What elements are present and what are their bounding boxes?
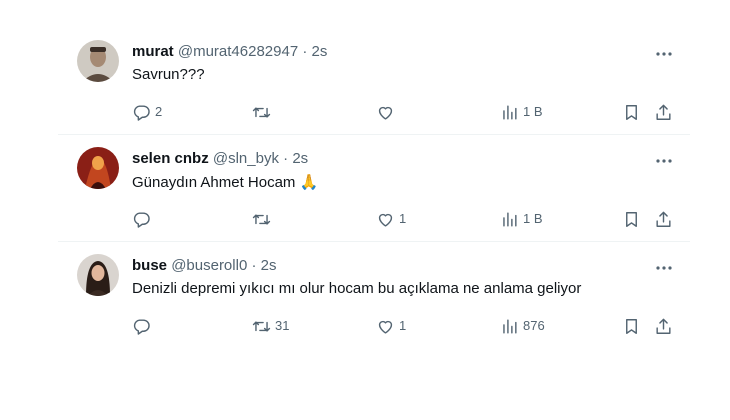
tweet-header: murat @murat46282947 · 2s bbox=[132, 42, 327, 62]
views-icon bbox=[503, 211, 517, 227]
reply-button[interactable] bbox=[132, 207, 155, 231]
retweet-button[interactable] bbox=[252, 100, 275, 124]
tweet-text-content: Denizli depremi yıkıcı mı olur hocam bu … bbox=[132, 280, 582, 297]
like-button[interactable] bbox=[376, 100, 399, 124]
separator: · bbox=[302, 43, 308, 60]
more-icon[interactable] bbox=[654, 151, 674, 171]
like-icon bbox=[378, 213, 393, 227]
view-count: 1 B bbox=[523, 211, 543, 226]
display-name[interactable]: murat bbox=[132, 43, 174, 60]
avatar[interactable] bbox=[77, 254, 119, 296]
bookmark-icon bbox=[626, 104, 637, 120]
tweet-actions: 1 1 B bbox=[58, 207, 690, 231]
share-button[interactable] bbox=[654, 100, 673, 124]
reply-icon bbox=[133, 104, 150, 121]
reply-button[interactable] bbox=[132, 314, 155, 338]
share-icon bbox=[656, 104, 671, 120]
reply-icon bbox=[133, 211, 150, 228]
tweet-text-content: Savrun??? bbox=[132, 66, 205, 83]
bookmark-button[interactable] bbox=[622, 314, 641, 338]
retweet-icon bbox=[252, 213, 271, 225]
tweet[interactable]: murat @murat46282947 · 2s Savrun??? 2 1 … bbox=[58, 28, 690, 135]
views-button[interactable]: 876 bbox=[500, 314, 545, 338]
tweet-actions: 31 1 876 bbox=[58, 314, 690, 338]
views-button[interactable]: 1 B bbox=[500, 100, 543, 124]
more-icon[interactable] bbox=[654, 258, 674, 278]
retweet-icon bbox=[252, 106, 271, 118]
share-button[interactable] bbox=[654, 314, 673, 338]
share-icon bbox=[656, 318, 671, 334]
bookmark-icon bbox=[626, 318, 637, 334]
tweet-text: Günaydın Ahmet Hocam 🙏 bbox=[132, 172, 318, 193]
reply-button[interactable]: 2 bbox=[132, 100, 162, 124]
like-count: 1 bbox=[399, 318, 407, 333]
reply-count: 2 bbox=[155, 104, 163, 119]
retweet-button[interactable] bbox=[252, 207, 275, 231]
tweet[interactable]: buse @buseroll0 · 2s Denizli depremi yık… bbox=[58, 242, 690, 349]
tweet-text-content: Günaydın Ahmet Hocam bbox=[132, 174, 296, 191]
more-icon[interactable] bbox=[654, 44, 674, 64]
avatar[interactable] bbox=[77, 147, 119, 189]
reply-feed: murat @murat46282947 · 2s Savrun??? 2 1 … bbox=[58, 28, 690, 349]
separator: · bbox=[283, 150, 289, 167]
praying-hands-emoji: 🙏 bbox=[299, 173, 319, 191]
bookmark-button[interactable] bbox=[622, 100, 641, 124]
views-icon bbox=[503, 318, 517, 334]
retweet-icon bbox=[252, 320, 271, 332]
retweet-button[interactable]: 31 bbox=[252, 314, 289, 338]
like-button[interactable]: 1 bbox=[376, 314, 406, 338]
tweet[interactable]: selen cnbz @sln_byk · 2s Günaydın Ahmet … bbox=[58, 135, 690, 242]
timestamp[interactable]: 2s bbox=[261, 257, 277, 274]
share-button[interactable] bbox=[654, 207, 673, 231]
tweet-header: buse @buseroll0 · 2s bbox=[132, 256, 276, 276]
tweet-header: selen cnbz @sln_byk · 2s bbox=[132, 149, 308, 169]
username[interactable]: @sln_byk bbox=[213, 150, 279, 167]
retweet-count: 31 bbox=[275, 318, 290, 333]
tweet-text: Savrun??? bbox=[132, 65, 205, 85]
view-count: 876 bbox=[523, 318, 545, 333]
views-button[interactable]: 1 B bbox=[500, 207, 543, 231]
bookmark-icon bbox=[626, 211, 637, 227]
display-name[interactable]: selen cnbz bbox=[132, 150, 209, 167]
like-icon bbox=[378, 106, 393, 120]
share-icon bbox=[656, 211, 671, 227]
timestamp[interactable]: 2s bbox=[312, 43, 328, 60]
username[interactable]: @murat46282947 bbox=[178, 43, 298, 60]
view-count: 1 B bbox=[523, 104, 543, 119]
tweet-actions: 2 1 B bbox=[58, 100, 690, 124]
separator: · bbox=[251, 257, 257, 274]
like-count: 1 bbox=[399, 211, 407, 226]
reply-icon bbox=[133, 318, 150, 335]
display-name[interactable]: buse bbox=[132, 257, 167, 274]
views-icon bbox=[503, 104, 517, 120]
tweet-text: Denizli depremi yıkıcı mı olur hocam bu … bbox=[132, 279, 581, 299]
username[interactable]: @buseroll0 bbox=[171, 257, 247, 274]
like-button[interactable]: 1 bbox=[376, 207, 406, 231]
avatar[interactable] bbox=[77, 40, 119, 82]
timestamp[interactable]: 2s bbox=[292, 150, 308, 167]
like-icon bbox=[378, 320, 393, 334]
bookmark-button[interactable] bbox=[622, 207, 641, 231]
